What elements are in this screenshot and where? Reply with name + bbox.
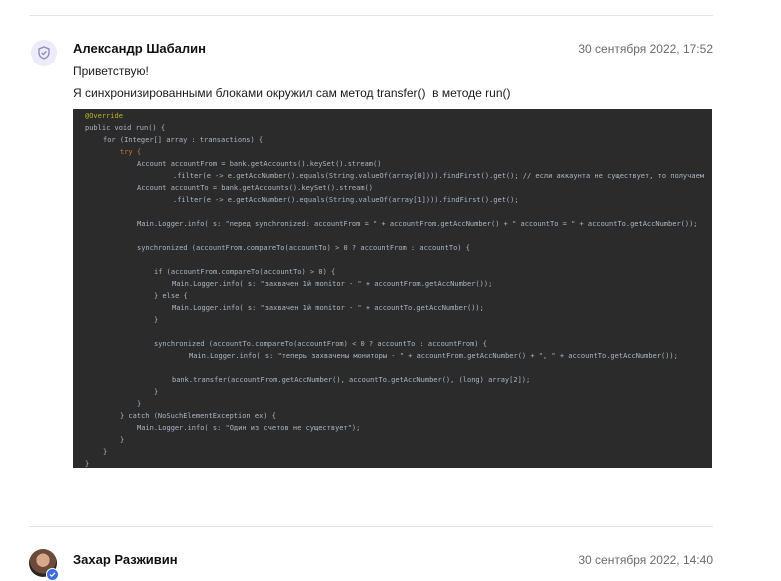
code-line: Main.Logger.info( s: "захвачен 1й monito… <box>172 304 484 312</box>
code-line: try { <box>120 148 142 156</box>
user-avatar[interactable] <box>29 549 59 581</box>
code-line: synchronized (accountFrom.compareTo(acco… <box>137 244 470 252</box>
code-line: } <box>154 388 159 396</box>
code-line: @Override <box>85 112 123 120</box>
comment-author[interactable]: Александр Шабалин <box>73 41 206 56</box>
code-line: } <box>85 460 90 468</box>
code-line: } <box>154 316 159 324</box>
code-line: Main.Logger.info( s: "теперь захвачены м… <box>189 352 678 360</box>
code-line: } catch (NoSuchElementException ex) { <box>120 412 276 420</box>
code-line: } else { <box>154 292 188 300</box>
code-line: Account accountFrom = bank.getAccounts()… <box>137 160 382 168</box>
code-line: .filter(e -> e.getAccNumber().equals(Str… <box>173 196 519 204</box>
code-line: .filter(e -> e.getAccNumber().equals(Str… <box>173 172 705 180</box>
code-line: } <box>120 436 125 444</box>
code-line: bank.transfer(accountFrom.getAccNumber()… <box>172 376 531 384</box>
top-divider <box>29 15 713 16</box>
comment-author[interactable]: Захар Разживин <box>73 552 178 567</box>
code-line: } <box>137 400 142 408</box>
code-line: Main.Logger.info( s: "захвачен 1й monito… <box>172 280 493 288</box>
comment-date: 30 сентября 2022, 17:52 <box>578 42 713 56</box>
code-line: for (Integer[] array : transactions) { <box>103 136 264 144</box>
code-line: public void run() { <box>85 124 166 132</box>
user-avatar[interactable] <box>31 40 57 66</box>
code-line: synchronized (accountTo.compareTo(accoun… <box>154 340 487 348</box>
code-line: Account accountTo = bank.getAccounts().k… <box>137 184 374 192</box>
comment-divider <box>29 526 713 527</box>
shield-icon <box>38 46 50 60</box>
code-line: } <box>103 448 108 456</box>
comment-greeting: Приветствую! <box>73 64 149 78</box>
code-line: if (accountFrom.compareTo(accountTo) > 0… <box>154 268 336 276</box>
verified-badge-icon <box>46 568 59 581</box>
code-line: Main.Logger.info( s: "Один из счетов не … <box>137 424 361 432</box>
code-line: Main.Logger.info( s: "перед synchronized… <box>137 220 698 228</box>
comment-date: 30 сентября 2022, 14:40 <box>578 553 713 567</box>
comment-message: Я синхронизированными блоками окружил са… <box>73 86 511 100</box>
code-screenshot: @Override public void run() { for (Integ… <box>73 109 712 468</box>
